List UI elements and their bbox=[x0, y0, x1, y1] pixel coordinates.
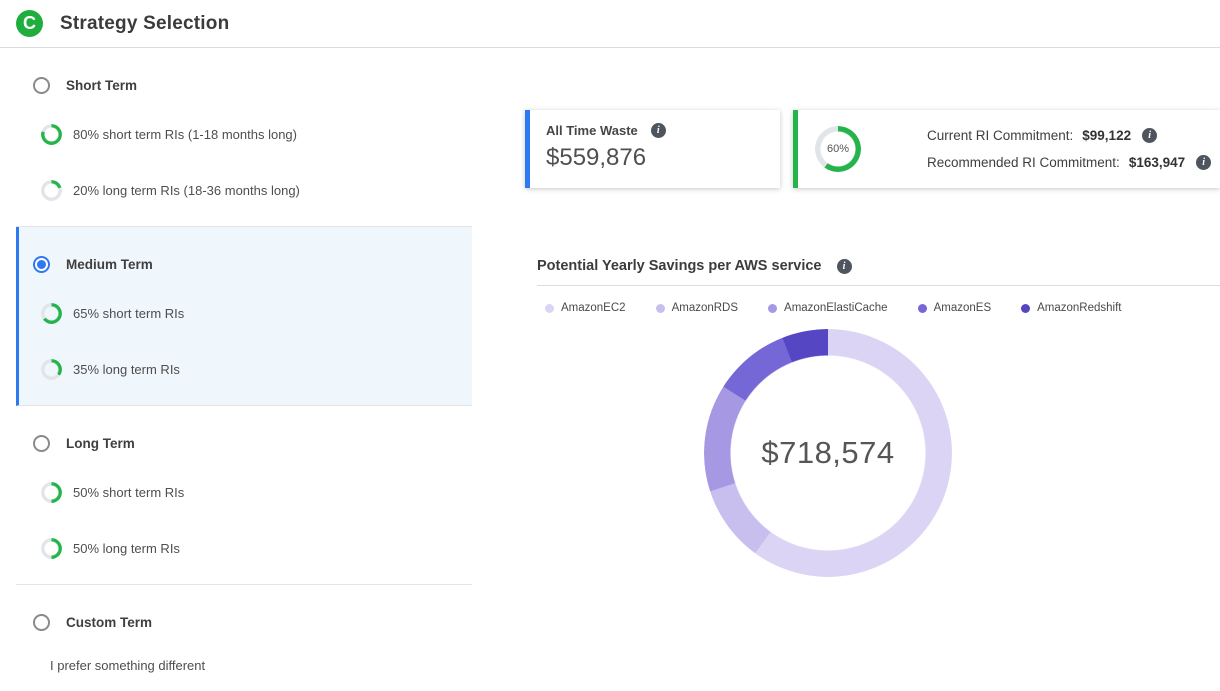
donut-center-value: $718,574 bbox=[704, 329, 952, 577]
gauge-percent-label: 60% bbox=[815, 126, 861, 172]
current-commitment-label: Current RI Commitment: bbox=[927, 128, 1073, 143]
option-label: 50% long term RIs bbox=[73, 541, 180, 556]
custom-term-radio[interactable] bbox=[33, 614, 50, 631]
legend-item-amazonredshift[interactable]: AmazonRedshift bbox=[1021, 302, 1121, 314]
chart-legend: AmazonEC2 AmazonRDS AmazonElastiCache Am… bbox=[545, 302, 1122, 314]
progress-ring-icon bbox=[41, 303, 62, 324]
strategy-group-short-term[interactable]: Short Term 80% short term RIs (1-18 mont… bbox=[16, 48, 472, 227]
info-icon[interactable]: i bbox=[837, 259, 852, 274]
chart-header: Potential Yearly Savings per AWS service… bbox=[537, 258, 852, 274]
info-icon[interactable]: i bbox=[1142, 128, 1157, 143]
custom-term-description: I prefer something different bbox=[50, 658, 472, 673]
main-panel: All Time Waste i $559,876 60% Current RI… bbox=[472, 48, 1220, 691]
recommended-commitment-row: Recommended RI Commitment: $163,947 i bbox=[927, 155, 1211, 170]
ri-commitment-card: 60% Current RI Commitment: $99,122 i Rec… bbox=[793, 110, 1220, 188]
recommended-commitment-value: $163,947 bbox=[1129, 155, 1185, 170]
strategy-option: 35% long term RIs bbox=[41, 359, 472, 380]
legend-label: AmazonEC2 bbox=[561, 302, 626, 314]
legend-label: AmazonRedshift bbox=[1037, 302, 1121, 314]
legend-label: AmazonRDS bbox=[672, 302, 738, 314]
legend-dot-icon bbox=[656, 304, 665, 313]
recommended-commitment-label: Recommended RI Commitment: bbox=[927, 155, 1120, 170]
radio-row: Short Term bbox=[33, 77, 472, 94]
progress-ring-icon bbox=[41, 124, 62, 145]
radio-row: Long Term bbox=[33, 435, 472, 452]
option-label: 80% short term RIs (1-18 months long) bbox=[73, 127, 297, 142]
legend-label: AmazonES bbox=[934, 302, 992, 314]
legend-label: AmazonElastiCache bbox=[784, 302, 888, 314]
divider bbox=[537, 285, 1220, 286]
commitment-gauge: 60% bbox=[815, 126, 861, 172]
legend-dot-icon bbox=[768, 304, 777, 313]
legend-dot-icon bbox=[1021, 304, 1030, 313]
progress-ring-icon bbox=[41, 359, 62, 380]
legend-item-amazones[interactable]: AmazonES bbox=[918, 302, 992, 314]
radio-row: Custom Term bbox=[33, 614, 472, 631]
long-term-radio[interactable] bbox=[33, 435, 50, 452]
strategy-group-long-term[interactable]: Long Term 50% short term RIs 50% long te… bbox=[16, 406, 472, 585]
legend-dot-icon bbox=[918, 304, 927, 313]
option-label: 65% short term RIs bbox=[73, 306, 184, 321]
strategy-list: Short Term 80% short term RIs (1-18 mont… bbox=[0, 48, 472, 691]
current-commitment-row: Current RI Commitment: $99,122 i bbox=[927, 128, 1211, 143]
current-commitment-value: $99,122 bbox=[1082, 128, 1131, 143]
option-label: 50% short term RIs bbox=[73, 485, 184, 500]
strategy-group-medium-term[interactable]: Medium Term 65% short term RIs 35% long … bbox=[16, 227, 472, 406]
strategy-option: 50% long term RIs bbox=[41, 538, 472, 559]
strategy-label: Short Term bbox=[66, 78, 137, 93]
legend-item-amazonelasticache[interactable]: AmazonElastiCache bbox=[768, 302, 888, 314]
radio-row: Medium Term bbox=[33, 256, 472, 273]
strategy-label: Medium Term bbox=[66, 257, 153, 272]
legend-dot-icon bbox=[545, 304, 554, 313]
strategy-option: 65% short term RIs bbox=[41, 303, 472, 324]
info-icon[interactable]: i bbox=[651, 123, 666, 138]
progress-ring-icon bbox=[41, 180, 62, 201]
cloudcheckr-logo-icon: C bbox=[16, 10, 43, 37]
legend-item-amazonec2[interactable]: AmazonEC2 bbox=[545, 302, 626, 314]
waste-card-value: $559,876 bbox=[546, 144, 764, 172]
info-icon[interactable]: i bbox=[1196, 155, 1211, 170]
legend-item-amazonrds[interactable]: AmazonRDS bbox=[656, 302, 738, 314]
chart-title: Potential Yearly Savings per AWS service bbox=[537, 258, 822, 274]
strategy-group-custom-term[interactable]: Custom Term I prefer something different bbox=[16, 585, 472, 691]
page-header: C Strategy Selection bbox=[0, 0, 1220, 48]
progress-ring-icon bbox=[41, 482, 62, 503]
option-label: 35% long term RIs bbox=[73, 362, 180, 377]
all-time-waste-card: All Time Waste i $559,876 bbox=[525, 110, 780, 188]
strategy-label: Long Term bbox=[66, 436, 135, 451]
strategy-option: 50% short term RIs bbox=[41, 482, 472, 503]
strategy-label: Custom Term bbox=[66, 615, 152, 630]
strategy-option: 80% short term RIs (1-18 months long) bbox=[41, 124, 472, 145]
progress-ring-icon bbox=[41, 538, 62, 559]
waste-card-title: All Time Waste bbox=[546, 123, 638, 138]
strategy-selection-page: C Strategy Selection Short Term 80% shor… bbox=[0, 0, 1220, 691]
savings-donut: $718,574 bbox=[704, 329, 952, 577]
medium-term-radio[interactable] bbox=[33, 256, 50, 273]
summary-cards: All Time Waste i $559,876 60% Current RI… bbox=[525, 110, 1220, 188]
option-label: 20% long term RIs (18-36 months long) bbox=[73, 183, 300, 198]
page-title: Strategy Selection bbox=[60, 13, 229, 35]
strategy-option: 20% long term RIs (18-36 months long) bbox=[41, 180, 472, 201]
short-term-radio[interactable] bbox=[33, 77, 50, 94]
